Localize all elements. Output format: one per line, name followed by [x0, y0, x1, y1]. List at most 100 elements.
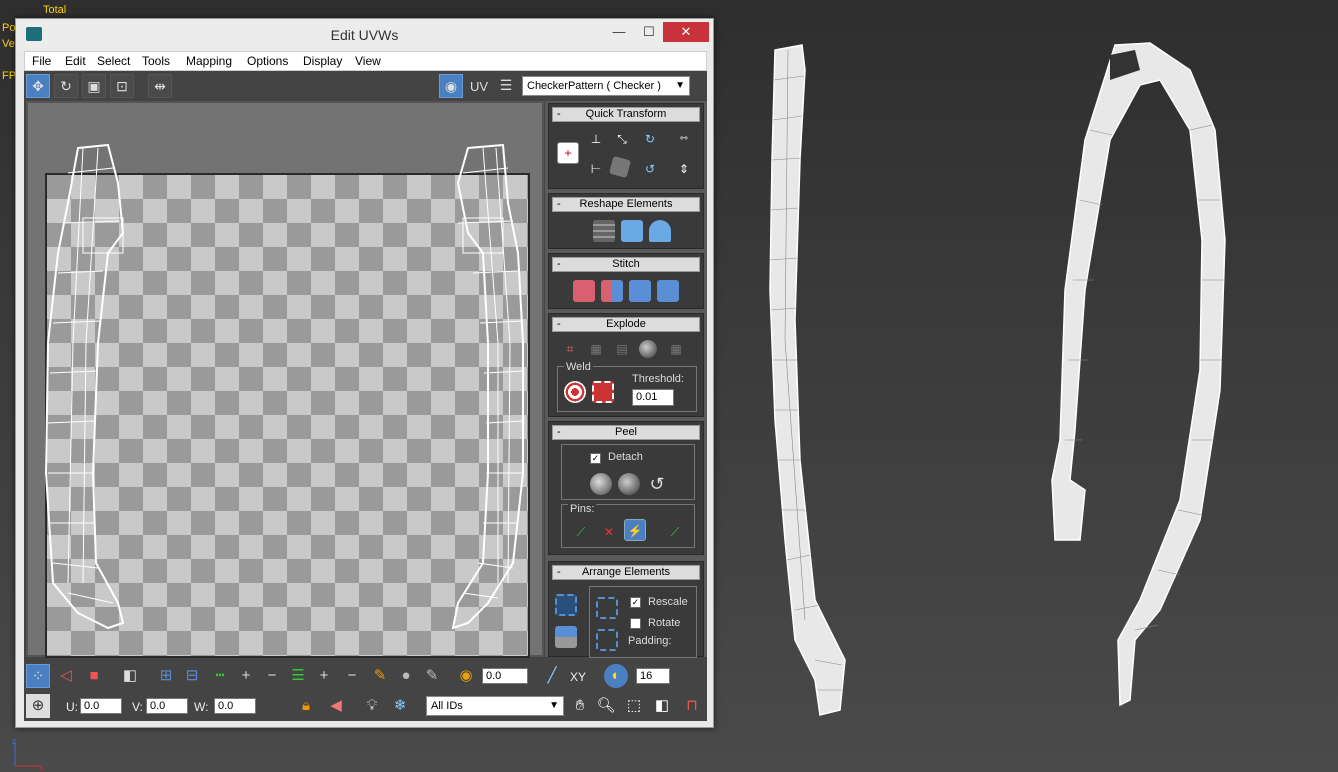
- w-spinner[interactable]: 0.0: [214, 698, 256, 714]
- menu-select[interactable]: Select: [97, 54, 130, 68]
- edge-mode-icon[interactable]: ◁: [54, 664, 78, 688]
- loop-icon[interactable]: ☰: [286, 664, 310, 688]
- rotate-checkbox[interactable]: [630, 618, 641, 629]
- soft-selection-spinner[interactable]: 0.0: [482, 668, 528, 684]
- reset-peel-icon[interactable]: ↺: [646, 473, 668, 495]
- quick-peel-icon[interactable]: [590, 473, 612, 495]
- grow-selection-icon[interactable]: ⊞: [154, 664, 178, 688]
- snap-icon[interactable]: ⊓: [680, 694, 704, 718]
- shrink-selection-icon[interactable]: ⊟: [180, 664, 204, 688]
- minimize-button[interactable]: —: [602, 22, 636, 42]
- list-icon[interactable]: ☰: [494, 74, 518, 98]
- scale-icon[interactable]: ▣: [82, 74, 106, 98]
- stitch-header[interactable]: - Stitch: [552, 257, 700, 272]
- arrange-elements-header[interactable]: - Arrange Elements: [552, 565, 700, 580]
- loop-shrink-icon[interactable]: −: [340, 664, 364, 688]
- rescale-checkbox[interactable]: ✓: [630, 597, 641, 608]
- soft-selection-icon[interactable]: ◉: [454, 664, 478, 688]
- straighten-icon[interactable]: [608, 155, 632, 179]
- space-vertical-icon[interactable]: ⇕: [673, 158, 695, 180]
- weld-selected-icon[interactable]: [592, 381, 614, 403]
- pack-rescale-icon[interactable]: [596, 629, 618, 651]
- explode-header[interactable]: - Explode: [552, 317, 700, 332]
- break-icon[interactable]: ⌗: [559, 338, 581, 360]
- pin-select-icon[interactable]: ⟋: [664, 521, 686, 543]
- title-bar[interactable]: Edit UVWs — ☐ ✕: [16, 19, 713, 51]
- uv-viewport[interactable]: [26, 101, 544, 658]
- pack-custom-icon[interactable]: [596, 597, 618, 619]
- element-mode-icon[interactable]: ◧: [118, 664, 142, 688]
- menu-mapping[interactable]: Mapping: [186, 54, 232, 68]
- quick-transform-header[interactable]: - Quick Transform: [552, 107, 700, 122]
- rotate-ccw-icon[interactable]: ↺: [639, 158, 661, 180]
- loop-grow-icon[interactable]: +: [312, 664, 336, 688]
- maximize-button[interactable]: ☐: [632, 22, 666, 42]
- detach-checkbox[interactable]: ✓: [590, 453, 601, 464]
- v-spinner[interactable]: 0.0: [146, 698, 188, 714]
- face-mode-icon[interactable]: ■: [82, 664, 106, 688]
- hide-icon[interactable]: ◀: [324, 694, 348, 718]
- menu-file[interactable]: File: [32, 54, 51, 68]
- ring-grow-icon[interactable]: +: [234, 664, 258, 688]
- menu-display[interactable]: Display: [303, 54, 342, 68]
- checker-toggle-icon[interactable]: ◉: [439, 74, 463, 98]
- paint-select-icon[interactable]: ✎: [368, 664, 392, 688]
- coordinate-mode-icon[interactable]: ⊕: [26, 694, 50, 718]
- stitch-average-icon[interactable]: [601, 280, 623, 302]
- move-icon[interactable]: ✥: [26, 74, 50, 98]
- zoom-icon[interactable]: 🔍︎: [594, 694, 618, 718]
- falloff-type-icon[interactable]: ◐: [604, 664, 628, 688]
- u-spinner[interactable]: 0.0: [80, 698, 122, 714]
- falloff-linear-icon[interactable]: ╱: [540, 664, 564, 688]
- stitch-to-target-icon[interactable]: [629, 280, 651, 302]
- xy-label[interactable]: XY: [570, 670, 586, 684]
- rotate-cw-icon[interactable]: ↻: [639, 128, 661, 150]
- menu-options[interactable]: Options: [247, 54, 288, 68]
- pelt-map-icon[interactable]: [618, 473, 640, 495]
- close-button[interactable]: ✕: [663, 22, 709, 42]
- mirror-icon[interactable]: ⇹: [148, 74, 172, 98]
- pan-icon[interactable]: ✋︎: [568, 694, 592, 718]
- pin-auto-icon[interactable]: ⚡: [624, 519, 646, 541]
- vertex-mode-icon[interactable]: ⁘: [26, 664, 50, 688]
- pin-remove-icon[interactable]: ✕: [598, 521, 620, 543]
- relax-icon[interactable]: [621, 220, 643, 242]
- freeze-icon[interactable]: ❄: [388, 694, 412, 718]
- material-id-dropdown[interactable]: All IDs ▼: [426, 696, 564, 716]
- freeform-icon[interactable]: ⊡: [110, 74, 134, 98]
- threshold-spinner[interactable]: 0.01: [632, 389, 674, 406]
- reshape-elements-header[interactable]: - Reshape Elements: [552, 197, 700, 212]
- flatten-groups-icon[interactable]: ▤: [611, 338, 633, 360]
- edit-uvws-window[interactable]: Edit UVWs — ☐ ✕ File Edit Select Tools M…: [15, 18, 714, 728]
- sphere-icon[interactable]: [639, 340, 657, 358]
- peel-header[interactable]: - Peel: [552, 425, 700, 440]
- paint-grow-icon[interactable]: ●: [394, 664, 418, 688]
- straighten-grid-icon[interactable]: [593, 220, 615, 242]
- pack-normalize-icon[interactable]: [555, 594, 577, 616]
- show-icon[interactable]: 💡︎: [360, 694, 384, 718]
- menu-edit[interactable]: Edit: [65, 54, 86, 68]
- menu-view[interactable]: View: [355, 54, 381, 68]
- zoom-extents-icon[interactable]: ◧: [650, 694, 674, 718]
- relax-settings-icon[interactable]: [649, 220, 671, 242]
- stitch-custom-icon[interactable]: [657, 280, 679, 302]
- zoom-region-icon[interactable]: ⬚: [622, 694, 646, 718]
- grid-spinner[interactable]: 16: [636, 668, 670, 684]
- flatten-angle-icon[interactable]: ▦: [585, 338, 607, 360]
- space-horizontal-icon[interactable]: ⇿: [673, 128, 695, 150]
- paint-shrink-icon[interactable]: ✎: [420, 664, 444, 688]
- rotate-icon[interactable]: ↻: [54, 74, 78, 98]
- stitch-to-source-icon[interactable]: [573, 280, 595, 302]
- align-diagonal-icon[interactable]: ⤡: [611, 128, 633, 150]
- texture-dropdown[interactable]: CheckerPattern ( Checker ) ▼: [522, 76, 690, 96]
- pack-together-icon[interactable]: [555, 626, 577, 648]
- flatten-settings-icon[interactable]: ▦: [665, 338, 687, 360]
- pivot-icon[interactable]: +: [557, 142, 579, 164]
- align-horizontal-icon[interactable]: ⊥: [585, 128, 607, 150]
- menu-tools[interactable]: Tools: [142, 54, 170, 68]
- pin-add-icon[interactable]: ⟋: [570, 521, 592, 543]
- ring-icon[interactable]: ┅: [208, 664, 232, 688]
- lock-icon[interactable]: 🔒︎: [294, 694, 318, 718]
- weld-target-icon[interactable]: [564, 381, 586, 403]
- ring-shrink-icon[interactable]: −: [260, 664, 284, 688]
